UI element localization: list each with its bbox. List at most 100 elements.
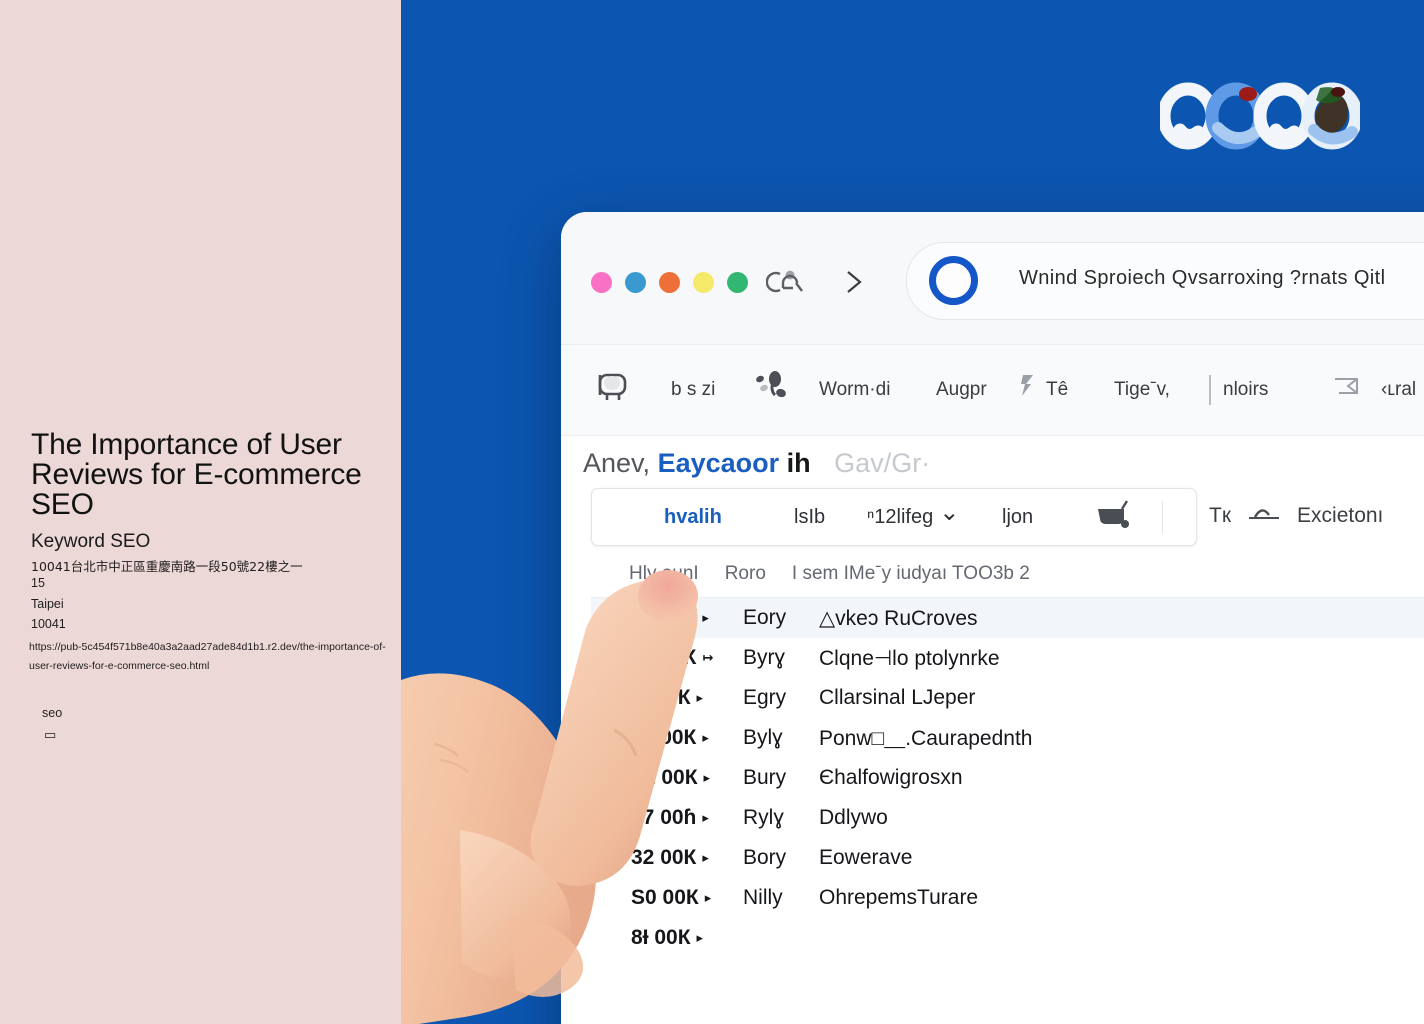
column-header-1[interactable]: Roro [725, 563, 766, 585]
article-url[interactable]: https://pub-5c454f571b8e40a3a2aad27ade84… [29, 638, 389, 677]
tool-item-0[interactable]: Tк [1209, 504, 1231, 528]
filter-item-3-label: ljon [1002, 505, 1034, 528]
row-caret-icon: ▸ [703, 770, 711, 785]
browser-toolbar: b s zi Worm·di Augpr Tê Tigeˉv, nloirs ‹… [561, 345, 1424, 436]
table-row[interactable]: 8I 00К ▸ Egry Cllarsinal LJeper [591, 678, 1424, 718]
browser-content: Anev, Eaycaoor ih Gav/Gr· hvalih lsІb ⁿ1… [561, 436, 1424, 1024]
table-row[interactable]: 13 00К ↦ Byrɣ Clqne⊣lo ptolynrke [591, 638, 1424, 678]
toolbar-item-3[interactable]: Worm·di [819, 345, 890, 435]
row-caret-icon: ▸ [696, 930, 704, 945]
table-row[interactable]: ƿ2 00К ▸ Bury Єhalfowigrosxn [591, 758, 1424, 798]
toolbar-item-3-label: Worm·di [819, 379, 891, 400]
window-controls[interactable] [591, 272, 748, 293]
row-label: OhrepemsTurare [819, 886, 979, 909]
row-number: 68 00К [631, 606, 697, 629]
row-mid: Bory [743, 846, 787, 869]
row-value: S0 00К ▸ [631, 886, 743, 910]
row-label: Eowerave [819, 846, 913, 869]
tool-item-1[interactable]: Excietonı [1297, 504, 1383, 528]
row-label: Cllarsinal LJeper [819, 686, 976, 709]
table-column-headers: Hly ounІ Roro I sem IMeˉy iudyaı TOO3b 2 [591, 550, 1424, 598]
row-caret-icon: ▸ [704, 890, 712, 905]
row-caret-icon: ▸ [702, 850, 709, 865]
filter-item-3[interactable]: ljon [1002, 489, 1033, 545]
row-caret-icon: ▸ [702, 810, 709, 825]
column-header-0[interactable]: Hly ounІ [629, 563, 699, 585]
toolbar-item-1-label: b s zi [671, 379, 716, 400]
row-caret-icon: ▸ [702, 610, 709, 625]
row-caret-icon: ↦ [702, 650, 714, 665]
cart-icon [1092, 497, 1140, 537]
toolbar-item-2[interactable] [751, 345, 791, 435]
table-row[interactable]: 68 00К ▸ Eory △vkeɔ RuCroves [591, 598, 1424, 638]
blue-circle-icon [929, 256, 978, 305]
row-label: Єhalfowigrosxn [819, 766, 963, 789]
row-number: 80 00К [631, 726, 697, 749]
filter-item-2-label: ⁿ12lifeg [867, 505, 934, 528]
filter-item-1[interactable]: lsІb [794, 489, 825, 545]
row-number: ƿ2 00К [631, 766, 698, 789]
table-row[interactable]: 8Ɨ 00К ▸ [591, 918, 1424, 958]
page-title: The Importance of User Reviews for E-com… [31, 428, 362, 521]
table-row[interactable]: 17 00ɦ ▸ Rylɣ Ddlywo [591, 798, 1424, 838]
article-city: Taipei [31, 597, 64, 611]
toolbar-item-5[interactable]: Tê [1018, 345, 1068, 435]
row-label: Ponw□⸏.Caurapednth [819, 727, 1033, 750]
filter-item-1-label: lsІb [794, 505, 826, 528]
filter-bar: hvalih lsІb ⁿ12lifeg ⌄ ljon [591, 488, 1197, 546]
table-row[interactable]: S0 00К ▸ Nilly OhrepemsTurare [591, 878, 1424, 918]
toolbar-item-6[interactable]: Tigeˉv, [1114, 345, 1170, 435]
filter-item-4[interactable] [1092, 489, 1140, 545]
row-mid: Byrɣ [743, 646, 786, 669]
table-row[interactable]: 32 00К ▸ Bory Eowerave [591, 838, 1424, 878]
article-panel: The Importance of User Reviews for E-com… [0, 0, 401, 1024]
column-header-2[interactable]: I sem IMeˉy iudyaı TOO3b 2 [792, 563, 1030, 585]
toolbar-item-1[interactable]: b s zi [671, 345, 715, 435]
toolbar-item-4[interactable]: Augpr [936, 345, 987, 435]
row-mid: Nilly [743, 886, 783, 909]
chat-bubble-icon [587, 370, 629, 410]
blue-stage: Wnind Sproiech Qvsarroxing ?rnats Qitl b… [401, 0, 1424, 1024]
article-tag[interactable]: seo [42, 706, 62, 720]
filter-item-0[interactable]: hvalih [664, 489, 722, 545]
chevron-right-icon[interactable] [839, 266, 869, 298]
sort-icon[interactable] [1247, 502, 1281, 530]
row-label: Clqne⊣lo ptolynrke [819, 646, 1000, 670]
window-dot-3[interactable] [659, 272, 680, 293]
article-subtitle: Keyword SEO [31, 531, 151, 552]
search-input[interactable]: Wnind Sproiech Qvsarroxing ?rnats Qitl [906, 242, 1424, 320]
window-dot-2[interactable] [625, 272, 646, 293]
toolbar-item-8[interactable]: ‹ʟral [1329, 345, 1416, 435]
row-mid: Egry [743, 686, 787, 709]
content-tools: Tк Excietonı [1209, 488, 1383, 544]
row-value: 80 00К ▸ [631, 726, 743, 750]
filter-separator [1162, 501, 1163, 533]
row-mid: Bylɣ [743, 726, 783, 749]
row-number: 8Ɨ 00К [631, 926, 691, 949]
toolbar-item-7[interactable]: nloirs [1223, 345, 1268, 435]
toolbar-divider [1209, 375, 1211, 405]
article-postal-code: 10041 [31, 617, 66, 631]
flag-icon [1018, 372, 1038, 408]
content-heading-faint: Gav/Gr· [834, 448, 931, 478]
window-dot-1[interactable] [591, 272, 612, 293]
row-value: 32 00К ▸ [631, 846, 743, 870]
row-label: Ddlywo [819, 806, 888, 829]
content-heading-grey: Anev, [583, 448, 651, 478]
table-row[interactable]: 80 00К ▸ Bylɣ Ponw□⸏.Caurapednth [591, 718, 1424, 758]
screenshot-root: The Importance of User Reviews for E-com… [0, 0, 1424, 1024]
filter-item-2[interactable]: ⁿ12lifeg ⌄ [867, 489, 959, 545]
row-value: 68 00К ▸ [631, 606, 743, 630]
window-dot-4[interactable] [693, 272, 714, 293]
back-people-icon[interactable] [765, 266, 806, 298]
content-heading: Anev, Eaycaoor ih Gav/Gr· [583, 448, 930, 479]
row-mid: Eory [743, 606, 787, 629]
content-heading-blue: Eaycaoor [657, 448, 780, 478]
row-caret-icon: ▸ [702, 730, 709, 745]
row-number: 32 00К [631, 846, 697, 869]
tag-icon [1329, 371, 1373, 409]
article-address: 10041台北市中正區重慶南路一段50號22樓之一 [31, 559, 303, 574]
window-dot-5[interactable] [727, 272, 748, 293]
toolbar-item-0[interactable] [587, 345, 629, 435]
filter-item-0-label: hvalih [664, 505, 722, 528]
